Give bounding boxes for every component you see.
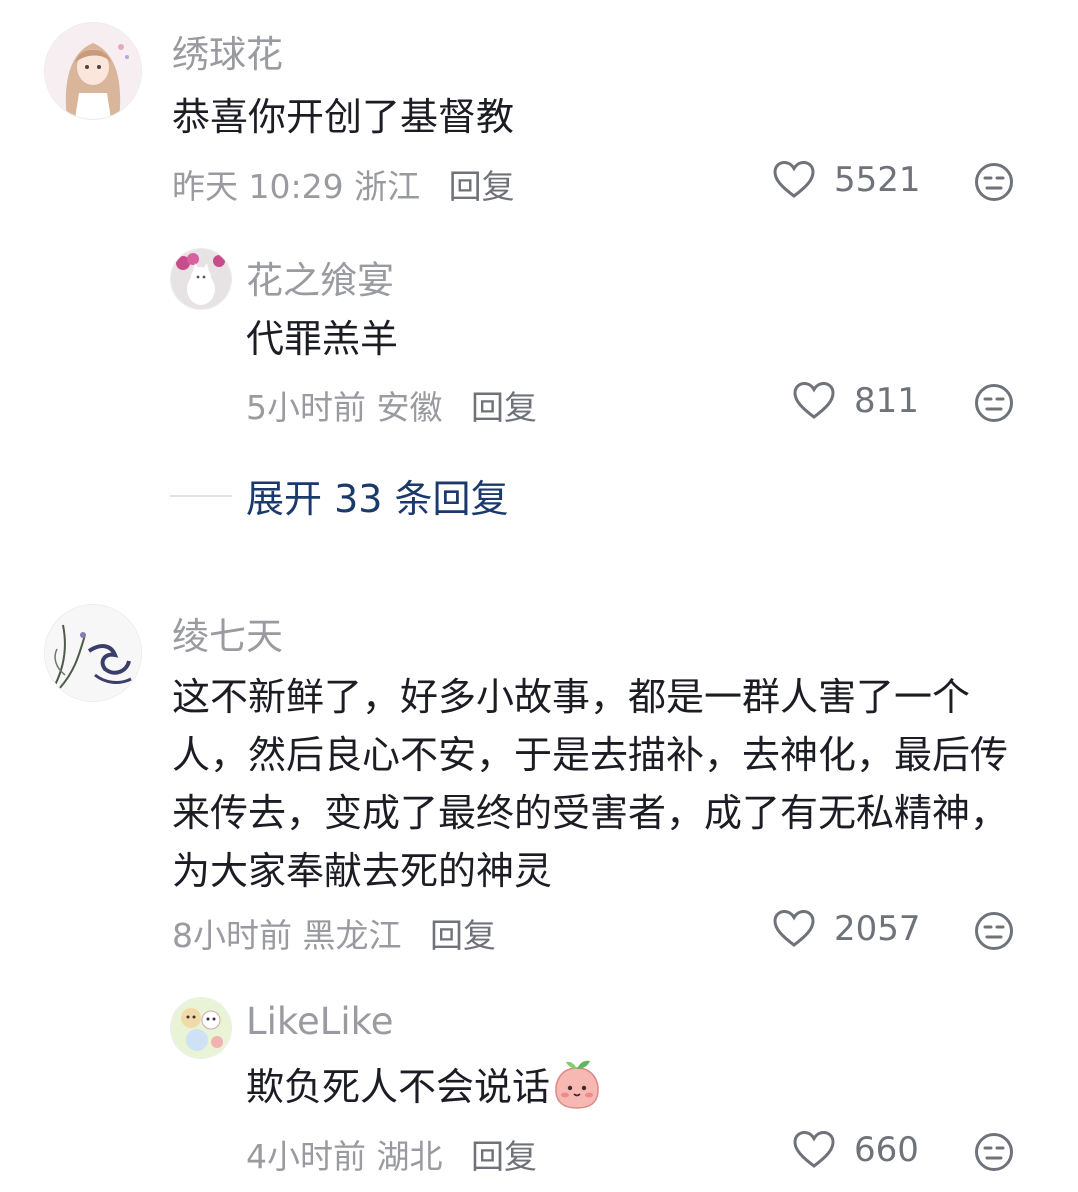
- calligraphy-orchid-avatar-icon: [45, 605, 141, 701]
- username[interactable]: 绣球花: [172, 24, 283, 78]
- anime-girl-avatar-icon: [45, 23, 141, 119]
- like-button[interactable]: 2057: [772, 909, 921, 949]
- comment-location: 浙江: [354, 167, 421, 206]
- user-avatar[interactable]: [170, 248, 232, 310]
- like-button[interactable]: 660: [792, 1130, 919, 1170]
- like-count: 660: [854, 1130, 919, 1170]
- white-cat-flowers-avatar-icon: [171, 249, 231, 309]
- comment-meta: 5小时前 安徽 回复: [246, 381, 537, 429]
- comment-meta: 8小时前 黑龙江 回复: [172, 909, 496, 957]
- comment-location: 黑龙江: [302, 916, 402, 955]
- comment-text: 欺负死人不会说话: [246, 1058, 602, 1116]
- comment-text: 代罪羔羊: [246, 317, 399, 361]
- expand-replies-label[interactable]: 展开 33 条回复: [246, 468, 509, 523]
- cartoon-animals-avatar-icon: [171, 998, 231, 1058]
- comment-location: 安徽: [376, 388, 443, 427]
- comment-time: 昨天 10:29: [172, 167, 344, 206]
- heart-icon: [793, 381, 835, 419]
- comment-time: 4小时前: [246, 1137, 366, 1176]
- user-avatar[interactable]: [44, 22, 142, 120]
- heart-icon: [773, 160, 815, 198]
- username[interactable]: 绫七天: [172, 606, 283, 660]
- comment-text: 恭喜你开创了基督教: [172, 95, 515, 139]
- peach-blush-emoji: [555, 1060, 599, 1109]
- like-count: 811: [854, 381, 919, 421]
- like-count: 2057: [834, 909, 921, 949]
- comment-meta: 4小时前 湖北 回复: [246, 1130, 537, 1178]
- like-button[interactable]: 5521: [772, 160, 921, 200]
- comment-text-content: 欺负死人不会说话: [246, 1065, 551, 1109]
- reply-button[interactable]: 回复: [430, 916, 496, 955]
- reply-button[interactable]: 回复: [471, 388, 537, 427]
- like-count: 5521: [834, 160, 921, 200]
- comment-location: 湖北: [376, 1137, 443, 1176]
- dislike-face-icon[interactable]: [974, 383, 1014, 423]
- comment-time: 8小时前: [172, 916, 292, 955]
- user-avatar[interactable]: [44, 604, 142, 702]
- divider: [170, 494, 232, 497]
- heart-icon: [773, 909, 815, 947]
- dislike-face-icon[interactable]: [974, 911, 1014, 951]
- dislike-face-icon[interactable]: [974, 1132, 1014, 1172]
- comment-meta: 昨天 10:29 浙江 回复: [172, 160, 515, 208]
- comment-text: 这不新鲜了，好多小故事，都是一群人害了一个人，然后良心不安，于是去描补，去神化，…: [172, 675, 1009, 893]
- reply-button[interactable]: 回复: [449, 167, 515, 206]
- expand-replies-button[interactable]: 展开 33 条回复: [170, 468, 509, 523]
- username[interactable]: 花之飨宴: [246, 250, 394, 304]
- dislike-face-icon[interactable]: [974, 162, 1014, 202]
- like-button[interactable]: 811: [792, 381, 919, 421]
- comment-time: 5小时前: [246, 388, 366, 427]
- heart-icon: [793, 1130, 835, 1168]
- reply-button[interactable]: 回复: [471, 1137, 537, 1176]
- username[interactable]: LikeLike: [246, 1000, 394, 1043]
- user-avatar[interactable]: [170, 997, 232, 1059]
